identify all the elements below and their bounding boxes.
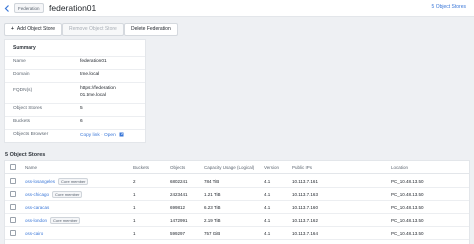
object-stores-table: Name Buckets Objects Capacity Usage (Log… [4,160,470,244]
table-row[interactable]: oss-cairo 1 599297 757 GiB 4.1 10.113.7.… [5,227,469,240]
object-stores-title: 5 Object Stores [5,152,46,158]
open-link[interactable]: Open [104,133,116,138]
divider [5,56,145,57]
row-checkbox[interactable] [10,191,16,197]
divider [5,82,145,83]
store-name-link[interactable]: oss-london [25,218,47,223]
page-header: Federation federation01 5 Object Stores [0,0,474,17]
core-member-badge: Core member [52,191,83,198]
store-name-link[interactable]: oss-caracas [25,205,49,210]
column-header-version[interactable]: Version [264,164,279,171]
chevron-left-icon[interactable] [3,4,11,13]
toolbar: + Add Object Store Remove Object Store De… [0,18,474,39]
core-member-badge: Core member [58,178,89,185]
divider [5,103,145,104]
table-row[interactable]: oss-london Core member 1 1472991 2.19 TiB… [5,214,469,227]
row-checkbox[interactable] [10,204,16,210]
row-checkbox[interactable] [10,178,16,184]
divider [5,116,145,117]
column-header-buckets[interactable]: Buckets [133,164,149,171]
store-name-link[interactable]: oss-losangeles [25,179,55,184]
type-badge: Federation [14,3,44,13]
external-link-icon[interactable] [119,132,124,137]
delete-federation-button[interactable]: Delete Federation [124,23,178,36]
store-name-link[interactable]: oss-cairo [25,231,43,236]
row-checkbox[interactable] [10,230,16,236]
table-header: Name Buckets Objects Capacity Usage (Log… [5,161,469,174]
summary-title: Summary [13,45,36,51]
add-object-store-button[interactable]: + Add Object Store [4,23,62,36]
store-name-link[interactable]: oss-chicago [25,192,49,197]
remove-object-store-button[interactable]: Remove Object Store [62,23,124,36]
divider [5,129,145,130]
table-row[interactable]: oss-losangeles Core member 2 6802241 784 … [5,175,469,188]
divider [5,69,145,70]
summary-card: Summary Name federation01 Domain tme.loc… [4,39,146,143]
table-row[interactable]: oss-caracas 1 699812 6.23 TiB 4.1 10.113… [5,201,469,214]
object-stores-count-link[interactable]: 5 Object Stores [432,4,466,10]
core-member-badge: Core member [50,217,81,224]
copy-link[interactable]: Copy link [80,133,100,138]
column-header-name[interactable]: Name [25,164,37,171]
select-all-checkbox[interactable] [10,164,16,170]
column-header-capacity[interactable]: Capacity Usage (Logical) [204,164,254,171]
column-header-location[interactable]: Location [391,164,408,171]
plus-icon: + [11,26,14,32]
column-header-objects[interactable]: Objects [170,164,185,171]
row-checkbox[interactable] [10,217,16,223]
table-row[interactable]: oss-chicago Core member 1 2423441 1.21 Ti… [5,188,469,201]
column-header-public-ips[interactable]: Public IPs [292,164,312,171]
page-title: federation01 [49,3,97,13]
